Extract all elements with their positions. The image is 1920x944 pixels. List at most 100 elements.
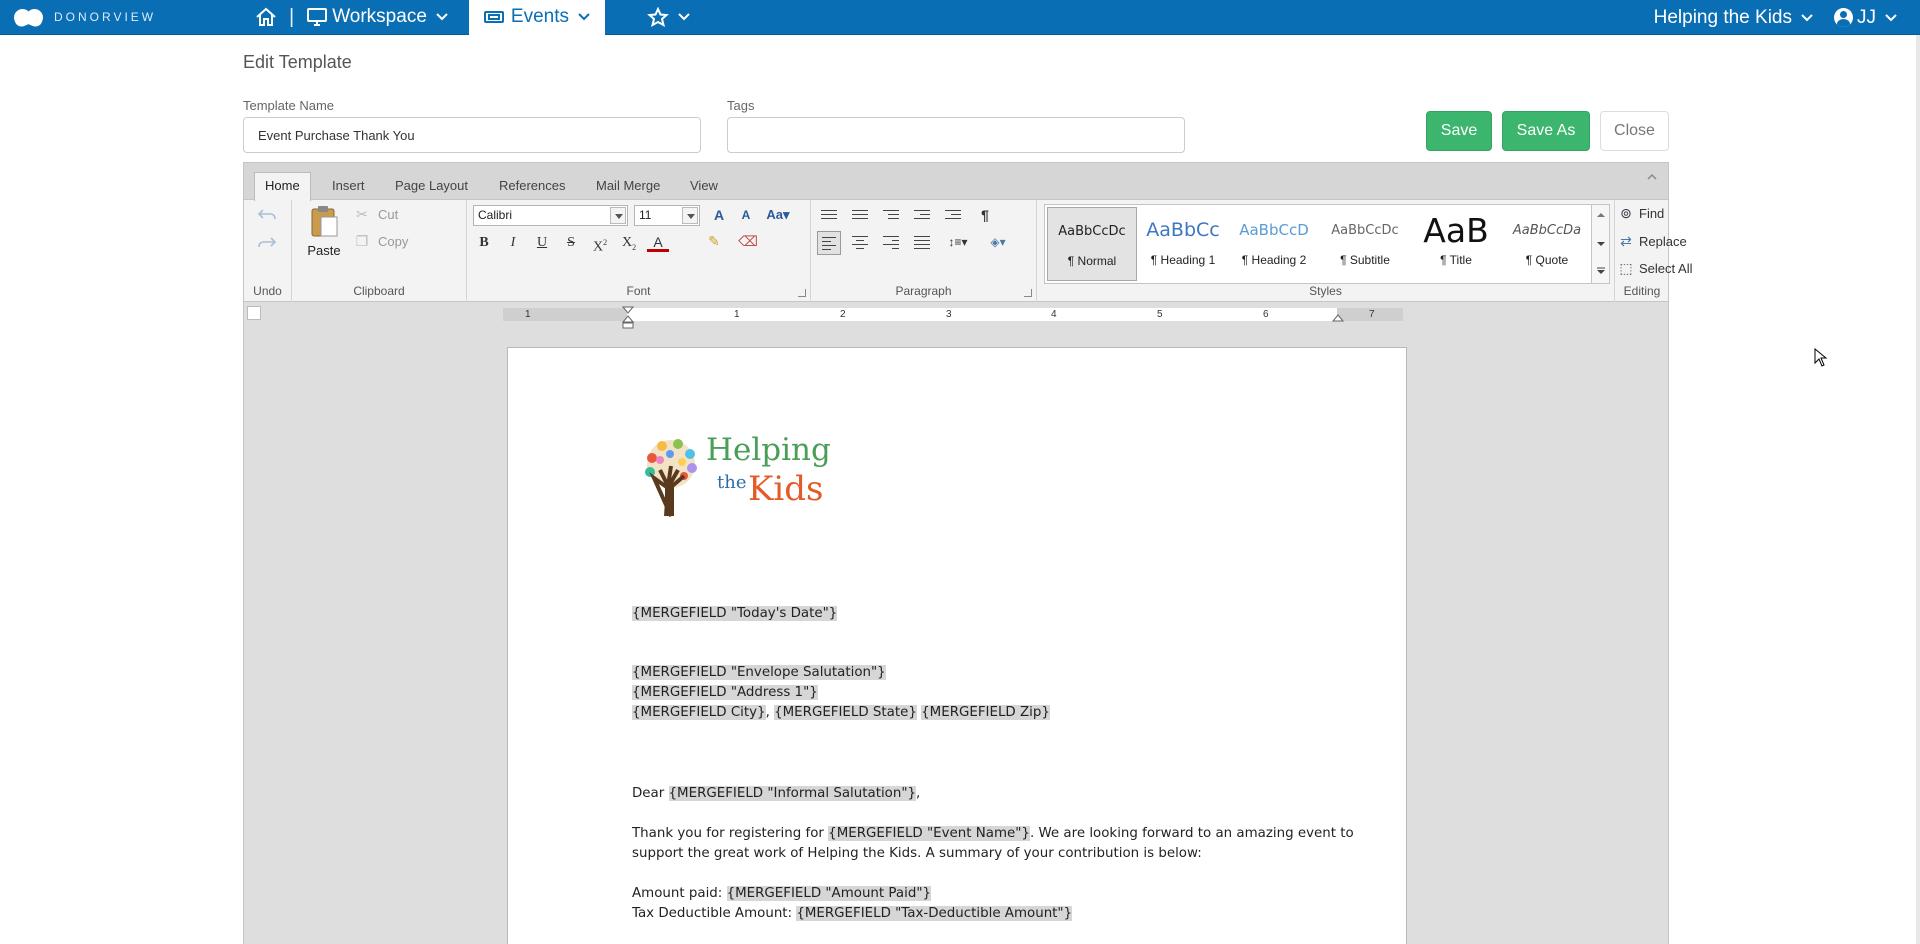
tab-view[interactable]: View [680, 173, 728, 200]
tab-stop-selector[interactable] [247, 306, 261, 320]
align-center-icon[interactable] [848, 231, 872, 255]
bullets-icon[interactable] [817, 204, 841, 228]
greeting-comma: , [916, 786, 921, 801]
home-button[interactable] [247, 0, 285, 35]
undo-icon[interactable] [257, 208, 277, 222]
donorview-logo[interactable]: DONORVIEW [11, 5, 247, 29]
chevron-down-icon [1801, 13, 1813, 21]
tree-hand-icon [645, 439, 697, 517]
decrease-indent-icon[interactable] [910, 204, 934, 228]
indent-marker-icon[interactable] [622, 306, 634, 330]
replace-button[interactable]: ⇄ Replace [1617, 233, 1687, 250]
right-indent-marker-icon[interactable] [1332, 314, 1344, 322]
tab-page-layout[interactable]: Page Layout [385, 173, 478, 200]
comma-text: , [765, 705, 775, 720]
align-right-icon[interactable] [879, 231, 903, 255]
merge-field[interactable]: {MERGEFIELD "Informal Salutation"} [668, 786, 917, 801]
merge-field[interactable]: {MERGEFIELD "Amount Paid"} [726, 886, 932, 901]
close-button[interactable]: Close [1600, 111, 1669, 151]
merge-field[interactable]: {MERGEFIELD "Tax-Deductible Amount"} [796, 906, 1073, 921]
font-color-icon[interactable]: A [647, 232, 669, 252]
style-title[interactable]: AaB ¶ Title [1411, 207, 1501, 281]
organization-menu[interactable]: Helping the Kids [1654, 7, 1814, 29]
find-button[interactable]: ⊚ Find [1617, 205, 1664, 222]
font-name-select[interactable]: Calibri [473, 205, 628, 226]
merge-field[interactable]: {MERGEFIELD "Today's Date"} [632, 606, 838, 621]
merge-field[interactable]: {MERGEFIELD "Event Name"} [828, 826, 1030, 841]
merge-field[interactable]: {MERGEFIELD "Address 1"} [632, 685, 818, 700]
style-heading-1[interactable]: AaBbCc ¶ Heading 1 [1138, 207, 1228, 281]
underline-icon[interactable]: U [531, 232, 553, 254]
shrink-font-icon[interactable]: A [735, 204, 757, 226]
shading-icon[interactable]: ◈▾ [981, 231, 1015, 253]
show-formatting-icon[interactable]: ¶ [974, 204, 996, 226]
scroll-down-icon[interactable] [1596, 241, 1606, 247]
merge-field[interactable]: {MERGEFIELD "Envelope Salutation"} [632, 665, 886, 680]
workspace-label: Workspace [332, 6, 427, 27]
line-spacing-icon[interactable]: ↕≡▾ [941, 231, 975, 253]
workspace-menu[interactable]: Workspace [298, 0, 457, 35]
font-name-value: Calibri [478, 208, 513, 222]
favorites-menu[interactable] [639, 0, 699, 35]
bold-icon[interactable]: B [473, 232, 495, 254]
style-normal[interactable]: AaBbCcDc ¶ Normal [1047, 207, 1137, 281]
cut-button[interactable]: ✂ Cut [352, 206, 398, 223]
style-subtitle[interactable]: AaBbCcDc ¶ Subtitle [1320, 207, 1410, 281]
ruler-number: 7 [1369, 309, 1375, 320]
horizontal-ruler[interactable]: 1 1 2 3 4 5 6 7 [503, 306, 1403, 329]
page-scrollbar[interactable] [1916, 35, 1920, 944]
clear-formatting-icon[interactable]: ⌫ [737, 232, 759, 254]
style-quote[interactable]: AaBbCcDa ¶ Quote [1502, 207, 1592, 281]
justify-icon[interactable] [910, 231, 934, 255]
user-menu[interactable]: JJ [1834, 7, 1898, 29]
merge-field[interactable]: {MERGEFIELD State} [774, 705, 917, 720]
copy-button[interactable]: ❐ Copy [352, 233, 409, 250]
grow-font-icon[interactable]: A [708, 204, 730, 226]
template-name-input[interactable] [243, 117, 701, 153]
align-left-icon[interactable] [817, 231, 841, 255]
events-tab[interactable]: Events [468, 0, 605, 35]
strikethrough-icon[interactable]: S [560, 232, 582, 254]
tags-input[interactable] [727, 117, 1185, 153]
amount-label: Amount paid: [632, 886, 727, 901]
paste-button[interactable]: Paste [304, 204, 344, 262]
tab-mail-merge[interactable]: Mail Merge [586, 173, 670, 200]
numbering-icon[interactable] [848, 204, 872, 228]
clipboard-group-label: Clipboard [353, 284, 405, 298]
styles-group-label: Styles [1309, 284, 1342, 298]
font-size-select[interactable]: 11 [634, 205, 700, 226]
paste-label: Paste [307, 243, 341, 258]
events-label: Events [510, 6, 569, 27]
document-canvas[interactable]: 1 1 2 3 4 5 6 7 Helping the Kids {MERGEF… [243, 302, 1669, 944]
styles-scrollbar[interactable] [1591, 205, 1609, 283]
tab-insert[interactable]: Insert [322, 173, 375, 200]
multilevel-list-icon[interactable] [879, 204, 903, 228]
font-dialog-launcher-icon[interactable] [798, 289, 806, 297]
merge-field[interactable]: {MERGEFIELD City} [632, 705, 766, 720]
collapse-ribbon-icon[interactable] [1646, 172, 1658, 182]
amount-paid-line: Amount paid: {MERGEFIELD "Amount Paid"} [632, 886, 932, 901]
style-heading-2[interactable]: AaBbCcD ¶ Heading 2 [1229, 207, 1319, 281]
italic-icon[interactable]: I [502, 232, 524, 254]
tab-home[interactable]: Home [254, 172, 311, 201]
paragraph-dialog-launcher-icon[interactable] [1024, 289, 1032, 297]
more-styles-icon[interactable] [1596, 267, 1606, 275]
brand-name: DONORVIEW [54, 10, 157, 24]
tab-references[interactable]: References [489, 173, 575, 200]
increase-indent-icon[interactable] [941, 204, 965, 228]
salutation-line: {MERGEFIELD "Envelope Salutation"} [632, 665, 886, 680]
save-button[interactable]: Save [1426, 111, 1492, 151]
highlight-icon[interactable]: ✎ [703, 232, 725, 254]
save-as-button[interactable]: Save As [1502, 111, 1590, 151]
clipboard-group: Paste ✂ Cut ❐ Copy Clipboard [292, 200, 467, 302]
change-case-icon[interactable]: Aa▾ [763, 204, 793, 226]
scroll-up-icon[interactable] [1596, 212, 1606, 218]
document-page[interactable]: Helping the Kids {MERGEFIELD "Today's Da… [507, 347, 1407, 944]
select-all-button[interactable]: ⬚ Select All [1617, 260, 1692, 277]
ruler-number: 1 [734, 309, 740, 320]
superscript-icon[interactable]: X2 [589, 232, 611, 255]
subscript-icon[interactable]: X2 [618, 232, 640, 254]
merge-field[interactable]: {MERGEFIELD Zip} [921, 705, 1050, 720]
page-title: Edit Template [243, 52, 352, 72]
redo-icon[interactable] [257, 236, 277, 250]
